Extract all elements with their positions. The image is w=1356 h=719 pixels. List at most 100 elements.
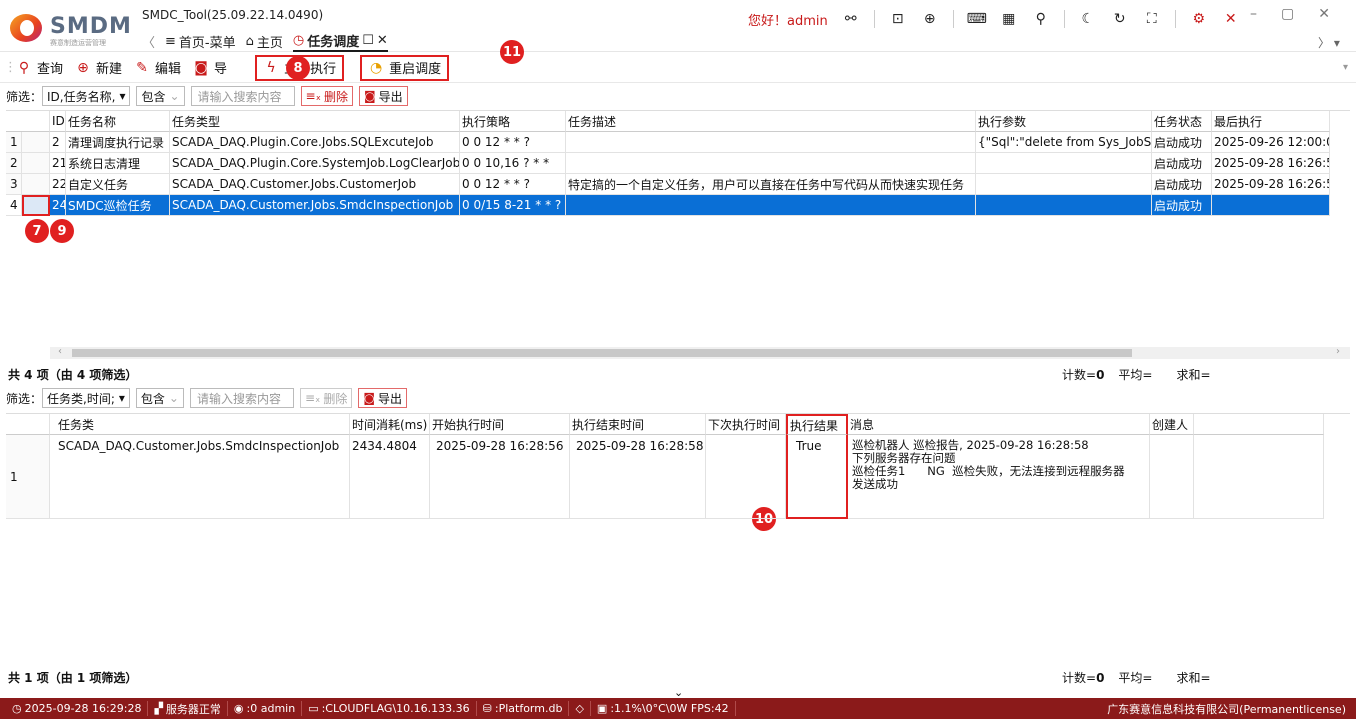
tab-overflow-icon[interactable]: 〉 ▾: [1318, 34, 1340, 51]
refresh-icon[interactable]: ↻: [1111, 10, 1129, 28]
table-row[interactable]: 3 22 自定义任务 SCADA_DAQ.Customer.Jobs.Customer…: [6, 174, 1330, 195]
column-header[interactable]: 执行策略: [460, 111, 566, 132]
export-button[interactable]: ◙ 导: [187, 55, 233, 81]
export-button[interactable]: ◙ 导出: [358, 388, 408, 408]
cell-end-time[interactable]: 2025-09-28 16:28:58: [570, 435, 706, 519]
row-selector[interactable]: [22, 195, 50, 216]
row-number[interactable]: 1: [6, 435, 50, 519]
cell-id[interactable]: 22: [50, 174, 66, 195]
column-header[interactable]: 消息: [848, 414, 1150, 435]
cell-cron[interactable]: 0 0 12 * * ?: [460, 174, 566, 195]
tab-task-schedule[interactable]: ◷ 任务调度 ☐ ✕: [292, 30, 388, 52]
filter-op-select[interactable]: 包含 ⌄: [135, 388, 184, 408]
delete-button[interactable]: ≡ₓ 删除: [300, 86, 353, 106]
cell-last-run[interactable]: 2025-09-28 16:26:50: [1212, 174, 1330, 195]
terminal-icon[interactable]: ⊡: [889, 10, 907, 28]
cell-id[interactable]: 21: [50, 153, 66, 174]
cell-status[interactable]: 启动成功: [1152, 174, 1212, 195]
cell-params[interactable]: {"Sql":"delete from Sys_JobS: [976, 132, 1152, 153]
search-input[interactable]: 请输入搜索内容: [190, 86, 295, 106]
network-icon[interactable]: ⚲: [1032, 10, 1050, 28]
table-row[interactable]: 1 SCADA_DAQ.Customer.Jobs.SmdcInspectionJ…: [6, 435, 1324, 519]
cell-last-run[interactable]: 2025-09-28 16:26:50: [1212, 153, 1330, 174]
column-header[interactable]: 开始执行时间: [430, 414, 570, 435]
cell-description[interactable]: [566, 153, 976, 174]
cell-type[interactable]: SCADA_DAQ.Plugin.Core.SystemJob.LogClear…: [170, 153, 460, 174]
cell-last-run[interactable]: 2025-09-26 12:00:00: [1212, 132, 1330, 153]
table-row[interactable]: 1 2 清理调度执行记录 SCADA_DAQ.Plugin.Core.Jobs.SQL…: [6, 132, 1330, 153]
column-header[interactable]: [1194, 414, 1324, 435]
corner-cell[interactable]: [6, 414, 50, 435]
cell-message[interactable]: 巡检机器人 巡检报告, 2025-09-28 16:28:58 下列服务器存在问题…: [848, 435, 1150, 519]
cell-id[interactable]: 24: [50, 195, 66, 216]
cell-description[interactable]: 特定搞的一个自定义任务，用户可以直接在任务中写代码从而快速实现任务: [566, 174, 976, 195]
filter-op-select[interactable]: 包含 ⌄: [136, 86, 185, 106]
column-header[interactable]: 执行结果: [786, 414, 848, 435]
cell-name[interactable]: SMDC巡检任务: [66, 195, 170, 216]
table-row[interactable]: 2 21 系统日志清理 SCADA_DAQ.Plugin.Core.SystemJob…: [6, 153, 1330, 174]
cell-description[interactable]: [566, 132, 976, 153]
cell-status[interactable]: 启动成功: [1152, 153, 1212, 174]
column-header[interactable]: 任务类: [50, 414, 350, 435]
row-number[interactable]: 2: [6, 153, 22, 174]
keyboard-icon[interactable]: ⌨: [967, 10, 987, 28]
scrollbar-thumb[interactable]: [72, 349, 1132, 357]
tab-home-menu[interactable]: ≡ 首页-菜单: [165, 30, 236, 52]
column-header[interactable]: 时间消耗(ms): [350, 414, 430, 435]
cell-type[interactable]: SCADA_DAQ.Customer.Jobs.SmdcInspectionJo…: [170, 195, 460, 216]
column-header[interactable]: ID: [50, 111, 66, 132]
cell-params[interactable]: [976, 153, 1152, 174]
cell-name[interactable]: 系统日志清理: [66, 153, 170, 174]
column-header[interactable]: 任务状态: [1152, 111, 1212, 132]
cell-start-time[interactable]: 2025-09-28 16:28:56: [430, 435, 570, 519]
theme-icon[interactable]: ☾: [1079, 10, 1097, 28]
row-number[interactable]: 4: [6, 195, 22, 216]
row-selector[interactable]: [22, 153, 50, 174]
close-window-icon[interactable]: ✕: [1318, 6, 1330, 22]
minimize-icon[interactable]: –: [1250, 6, 1257, 22]
cell-status[interactable]: 启动成功: [1152, 195, 1212, 216]
row-number[interactable]: 3: [6, 174, 22, 195]
column-header[interactable]: 任务描述: [566, 111, 976, 132]
cell-type[interactable]: SCADA_DAQ.Plugin.Core.Jobs.SQLExcuteJob: [170, 132, 460, 153]
column-header[interactable]: 下次执行时间: [706, 414, 786, 435]
scroll-left-icon[interactable]: ‹: [58, 346, 62, 357]
cell-params[interactable]: [976, 195, 1152, 216]
link-icon[interactable]: ⚯: [842, 10, 860, 28]
calculator-icon[interactable]: ▦: [1000, 10, 1018, 28]
edit-button[interactable]: ✎ 编辑: [128, 55, 187, 81]
cell-description[interactable]: [566, 195, 976, 216]
column-header[interactable]: 创建人: [1150, 414, 1194, 435]
column-header[interactable]: 执行结束时间: [570, 414, 706, 435]
search-input[interactable]: 请输入搜索内容: [189, 388, 294, 408]
user-greeting[interactable]: 您好！admin: [748, 10, 828, 29]
column-header[interactable]: 任务类型: [170, 111, 460, 132]
cell-id[interactable]: 2: [50, 132, 66, 153]
globe-icon[interactable]: ⊕: [921, 10, 939, 28]
tab-scroll-left-icon[interactable]: 〈: [142, 32, 155, 51]
row-number[interactable]: 1: [6, 132, 22, 153]
cell-cron[interactable]: 0 0 10,16 ? * *: [460, 153, 566, 174]
cell-duration[interactable]: 2434.4804: [350, 435, 430, 519]
tab-main[interactable]: ⌂ 主页: [246, 30, 283, 52]
cell-params[interactable]: [976, 174, 1152, 195]
cell-name[interactable]: 清理调度执行记录: [66, 132, 170, 153]
restore-tab-icon[interactable]: ☐: [362, 33, 374, 48]
delete-button[interactable]: ≡ₓ 删除: [299, 388, 353, 408]
close-tab-icon[interactable]: ✕: [377, 33, 388, 48]
maximize-icon[interactable]: ▢: [1281, 6, 1294, 22]
settings-icon[interactable]: ⚙: [1190, 10, 1208, 28]
query-button[interactable]: ⚲ 查询: [10, 55, 69, 81]
column-header[interactable]: 执行参数: [976, 111, 1152, 132]
cell-type[interactable]: SCADA_DAQ.Customer.Jobs.CustomerJob: [170, 174, 460, 195]
cell-name[interactable]: 自定义任务: [66, 174, 170, 195]
filter-field-select[interactable]: 任务类,时间; ▾: [42, 388, 130, 408]
column-header[interactable]: 任务名称: [66, 111, 170, 132]
filter-field-select[interactable]: ID,任务名称, ▾: [42, 86, 131, 106]
cell-result[interactable]: True: [786, 435, 848, 519]
cell-job-class[interactable]: SCADA_DAQ.Customer.Jobs.SmdcInspectionJo…: [50, 435, 350, 519]
row-selector[interactable]: [22, 132, 50, 153]
fullscreen-icon[interactable]: ⛶: [1143, 10, 1161, 28]
cell-next-time[interactable]: [706, 435, 786, 519]
cell-status[interactable]: 启动成功: [1152, 132, 1212, 153]
